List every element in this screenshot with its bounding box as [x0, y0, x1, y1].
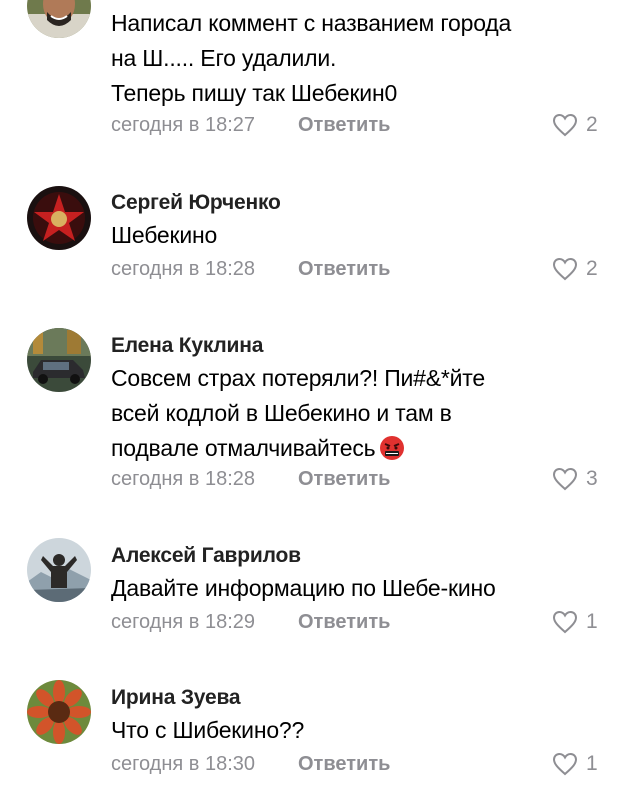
comment-text-line: Что с Шибекино??	[111, 717, 305, 743]
comment-text-line: Теперь пишу так Шебекин0	[111, 80, 398, 106]
heart-icon	[552, 467, 578, 491]
like-button[interactable]: 2	[552, 254, 598, 284]
car-avatar[interactable]	[27, 328, 91, 392]
comment-text-line: на Ш..... Его удалили.	[111, 45, 337, 71]
comment-timestamp: сегодня в 18:28	[111, 258, 255, 280]
like-count: 2	[586, 257, 598, 280]
reply-button[interactable]: Ответить	[298, 114, 390, 137]
comment-timestamp: сегодня в 18:29	[111, 611, 255, 633]
like-button[interactable]: 1	[552, 749, 598, 779]
reply-button[interactable]: Ответить	[298, 753, 390, 776]
comment-text: Давайте информацию по Шебе-кино	[111, 571, 591, 606]
comment-text-line: подвале отмалчивайтесь	[111, 431, 591, 466]
comment-text: Что с Шибекино??	[111, 713, 591, 748]
heart-icon	[552, 257, 578, 281]
comment-timestamp: сегодня в 18:27	[111, 114, 255, 136]
comment-author[interactable]: Ирина Зуева	[111, 686, 241, 710]
sunflower-avatar[interactable]	[27, 680, 91, 744]
like-count: 1	[586, 610, 598, 633]
comment-text-line-content: подвале отмалчивайтесь	[111, 435, 376, 461]
like-count: 1	[586, 752, 598, 775]
like-count: 3	[586, 467, 598, 490]
like-button[interactable]: 3	[552, 464, 598, 494]
comment-text: Написал коммент с названием города на Ш.…	[111, 6, 591, 111]
like-button[interactable]: 2	[552, 110, 598, 140]
heart-icon	[552, 113, 578, 137]
reply-button[interactable]: Ответить	[298, 468, 390, 491]
comment-timestamp: сегодня в 18:28	[111, 468, 255, 490]
heart-icon	[552, 752, 578, 776]
comment-text-line: Шебекино	[111, 222, 218, 248]
man-mountain-avatar[interactable]	[27, 538, 91, 602]
comment-text-line: Совсем страх потеряли?! Пи#&*йте	[111, 365, 485, 391]
angry-face-emoji-icon	[379, 435, 405, 461]
comment-text-line: Написал коммент с названием города	[111, 10, 512, 36]
comment-text: Шебекино	[111, 218, 591, 253]
comment-author[interactable]: Елена Куклина	[111, 334, 263, 358]
comment-timestamp: сегодня в 18:30	[111, 753, 255, 775]
like-button[interactable]: 1	[552, 607, 598, 637]
comment-text: Совсем страх потеряли?! Пи#&*йте всей ко…	[111, 361, 591, 466]
reply-button[interactable]: Ответить	[298, 611, 390, 634]
like-count: 2	[586, 113, 598, 136]
comment-author[interactable]: Сергей Юрченко	[111, 191, 281, 215]
man-smiling-avatar[interactable]	[27, 0, 91, 38]
comment-text-line: Давайте информацию по Шебе-кино	[111, 575, 496, 601]
heart-icon	[552, 610, 578, 634]
red-star-avatar[interactable]	[27, 186, 91, 250]
comment-author[interactable]: Алексей Гаврилов	[111, 544, 301, 568]
reply-button[interactable]: Ответить	[298, 258, 390, 281]
comment-text-line: всей кодлой в Шебекино и там в	[111, 400, 452, 426]
